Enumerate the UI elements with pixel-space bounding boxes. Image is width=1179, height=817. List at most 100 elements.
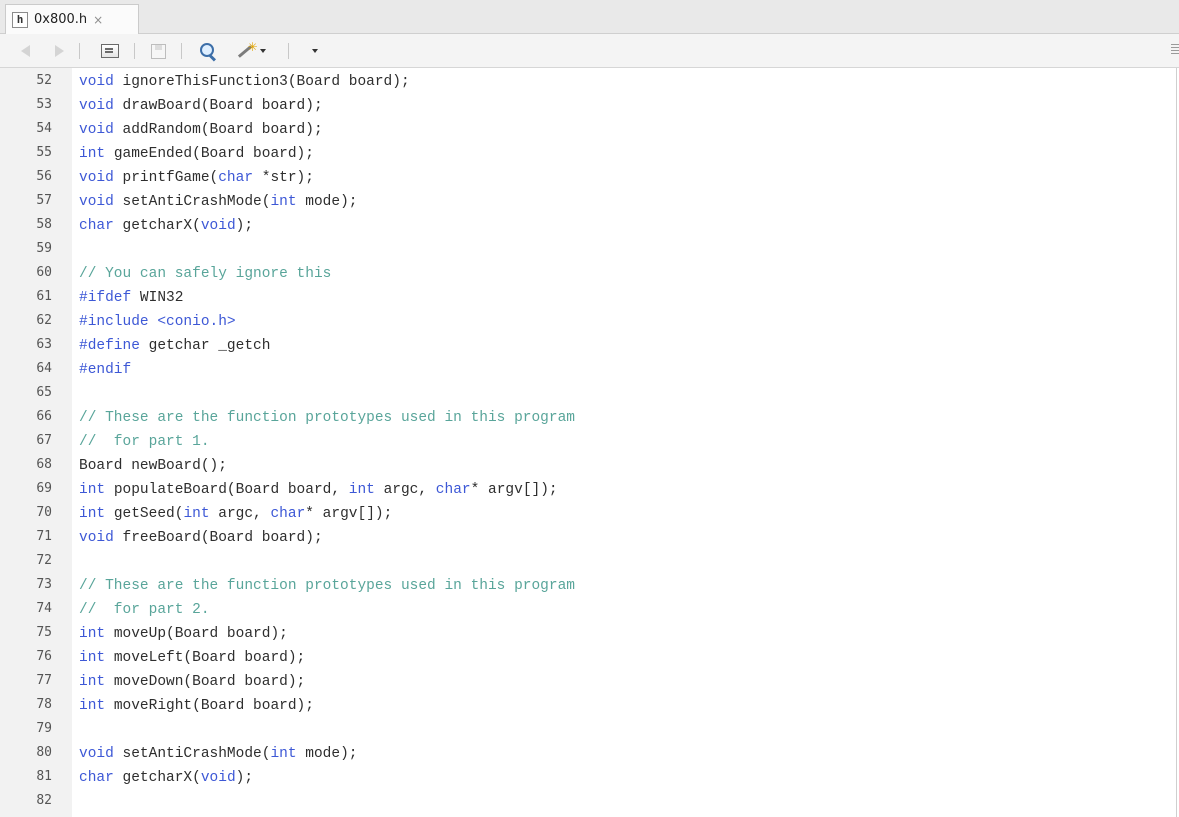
code-line[interactable]: 54 void addRandom(Board board); [0, 118, 1179, 142]
save-button[interactable] [148, 41, 168, 61]
keyword-token: char [435, 482, 471, 498]
code-line[interactable]: 56 void printfGame(char *str); [0, 166, 1179, 190]
keyword-token: void [200, 218, 236, 234]
code-line[interactable]: 70 int getSeed(int argc, char* argv[]); [0, 502, 1179, 526]
forward-icon [54, 45, 64, 57]
keyword-token: void [79, 74, 114, 90]
code-text: int moveUp(Board board); [79, 626, 288, 642]
code-text: #include <conio.h> [79, 314, 236, 330]
code-line[interactable]: 76 int moveLeft(Board board); [0, 646, 1179, 670]
code-line[interactable]: 66 // These are the function prototypes u… [0, 406, 1179, 430]
line-number: 54 [36, 121, 52, 136]
code-line[interactable]: 65 [0, 382, 1179, 406]
tab-title: 0x800.h [34, 12, 88, 27]
keyword-token: void [79, 98, 114, 114]
keyword-token: int [270, 194, 297, 210]
code-line[interactable]: 78 int moveRight(Board board); [0, 694, 1179, 718]
line-number: 57 [36, 193, 52, 208]
code-line[interactable]: 60 // You can safely ignore this [0, 262, 1179, 286]
line-number: 76 [36, 649, 52, 664]
code-lines: 52 void ignoreThisFunction3(Board board);… [0, 70, 1179, 814]
chevron-down-icon [259, 49, 266, 53]
keyword-token: void [79, 530, 114, 546]
code-line[interactable]: 57 void setAntiCrashMode(int mode); [0, 190, 1179, 214]
search-button[interactable] [196, 41, 220, 62]
code-text: void freeBoard(Board board); [79, 530, 323, 546]
tab-0x800-h[interactable]: h 0x800.h × [5, 4, 139, 34]
code-text: int populateBoard(Board board, int argc,… [79, 482, 558, 498]
code-text: // You can safely ignore this [79, 266, 331, 282]
format-button[interactable]: ✳ [232, 40, 268, 61]
code-line[interactable]: 79 [0, 718, 1179, 742]
preprocessor-token: #define [79, 338, 140, 354]
code-token: * argv[]); [305, 506, 393, 522]
code-editor[interactable]: 52 void ignoreThisFunction3(Board board);… [0, 68, 1179, 817]
wand-icon: ✳ [235, 40, 258, 60]
code-line[interactable]: 59 [0, 238, 1179, 262]
search-icon [199, 42, 217, 62]
code-line[interactable]: 62 #include <conio.h> [0, 310, 1179, 334]
code-token: getSeed( [113, 506, 184, 522]
code-line[interactable]: 77 int moveDown(Board board); [0, 670, 1179, 694]
line-number: 58 [36, 217, 52, 232]
code-token: ); [235, 218, 254, 234]
code-token: mode); [296, 746, 358, 762]
code-line[interactable]: 61 #ifdef WIN32 [0, 286, 1179, 310]
code-line[interactable]: 69 int populateBoard(Board board, int arg… [0, 478, 1179, 502]
code-line[interactable]: 55 int gameEnded(Board board); [0, 142, 1179, 166]
code-text: void ignoreThisFunction3(Board board); [79, 74, 410, 90]
code-text: // for part 1. [79, 434, 210, 450]
code-line[interactable]: 64 #endif [0, 358, 1179, 382]
code-line[interactable]: 68 Board newBoard(); [0, 454, 1179, 478]
code-token: drawBoard(Board board); [122, 98, 323, 114]
code-line[interactable]: 73 // These are the function prototypes u… [0, 574, 1179, 598]
code-token: moveDown(Board board); [113, 674, 306, 690]
comment-token: // for part 1. [79, 434, 210, 450]
line-number: 63 [36, 337, 52, 352]
keyword-token: int [348, 482, 375, 498]
keyword-token: int [79, 650, 106, 666]
code-line[interactable]: 71 void freeBoard(Board board); [0, 526, 1179, 550]
code-line[interactable]: 74 // for part 2. [0, 598, 1179, 622]
preprocessor-token: #include <conio.h> [79, 314, 236, 330]
comment-token: // These are the function prototypes use… [79, 578, 575, 594]
toolbar-separator [181, 43, 182, 59]
toolbar-separator [288, 43, 289, 59]
code-text: // These are the function prototypes use… [79, 410, 575, 426]
keyword-token: int [79, 146, 106, 162]
line-number: 64 [36, 361, 52, 376]
code-text: // for part 2. [79, 602, 210, 618]
line-number: 72 [36, 553, 52, 568]
code-line[interactable]: 67 // for part 1. [0, 430, 1179, 454]
menu-icon[interactable] [1171, 44, 1179, 56]
close-tab-icon[interactable]: × [93, 13, 103, 27]
code-line[interactable]: 72 [0, 550, 1179, 574]
keyword-token: char [270, 506, 306, 522]
code-line[interactable]: 53 void drawBoard(Board board); [0, 94, 1179, 118]
source-button[interactable] [98, 41, 122, 61]
code-line[interactable]: 80 void setAntiCrashMode(int mode); [0, 742, 1179, 766]
code-token: addRandom(Board board); [122, 122, 323, 138]
keyword-token: int [79, 698, 106, 714]
toolbar-separator [134, 43, 135, 59]
code-text: int getSeed(int argc, char* argv[]); [79, 506, 392, 522]
header-file-icon: h [12, 11, 28, 28]
preprocessor-token: #endif [79, 362, 132, 378]
code-line[interactable]: 58 char getcharX(void); [0, 214, 1179, 238]
code-text: // These are the function prototypes use… [79, 578, 575, 594]
code-line[interactable]: 63 #define getchar _getch [0, 334, 1179, 358]
code-line[interactable]: 75 int moveUp(Board board); [0, 622, 1179, 646]
forward-button[interactable] [52, 41, 66, 61]
back-button[interactable] [18, 41, 32, 61]
code-text: void printfGame(char *str); [79, 170, 314, 186]
source-icon [101, 44, 119, 58]
keyword-token: int [79, 482, 106, 498]
code-line[interactable]: 82 [0, 790, 1179, 814]
code-token: setAntiCrashMode( [122, 194, 271, 210]
code-line[interactable]: 81 char getcharX(void); [0, 766, 1179, 790]
dropdown-button[interactable] [308, 41, 322, 61]
code-line[interactable]: 52 void ignoreThisFunction3(Board board); [0, 70, 1179, 94]
line-number: 69 [36, 481, 52, 496]
keyword-token: char [79, 218, 114, 234]
keyword-token: void [79, 194, 114, 210]
